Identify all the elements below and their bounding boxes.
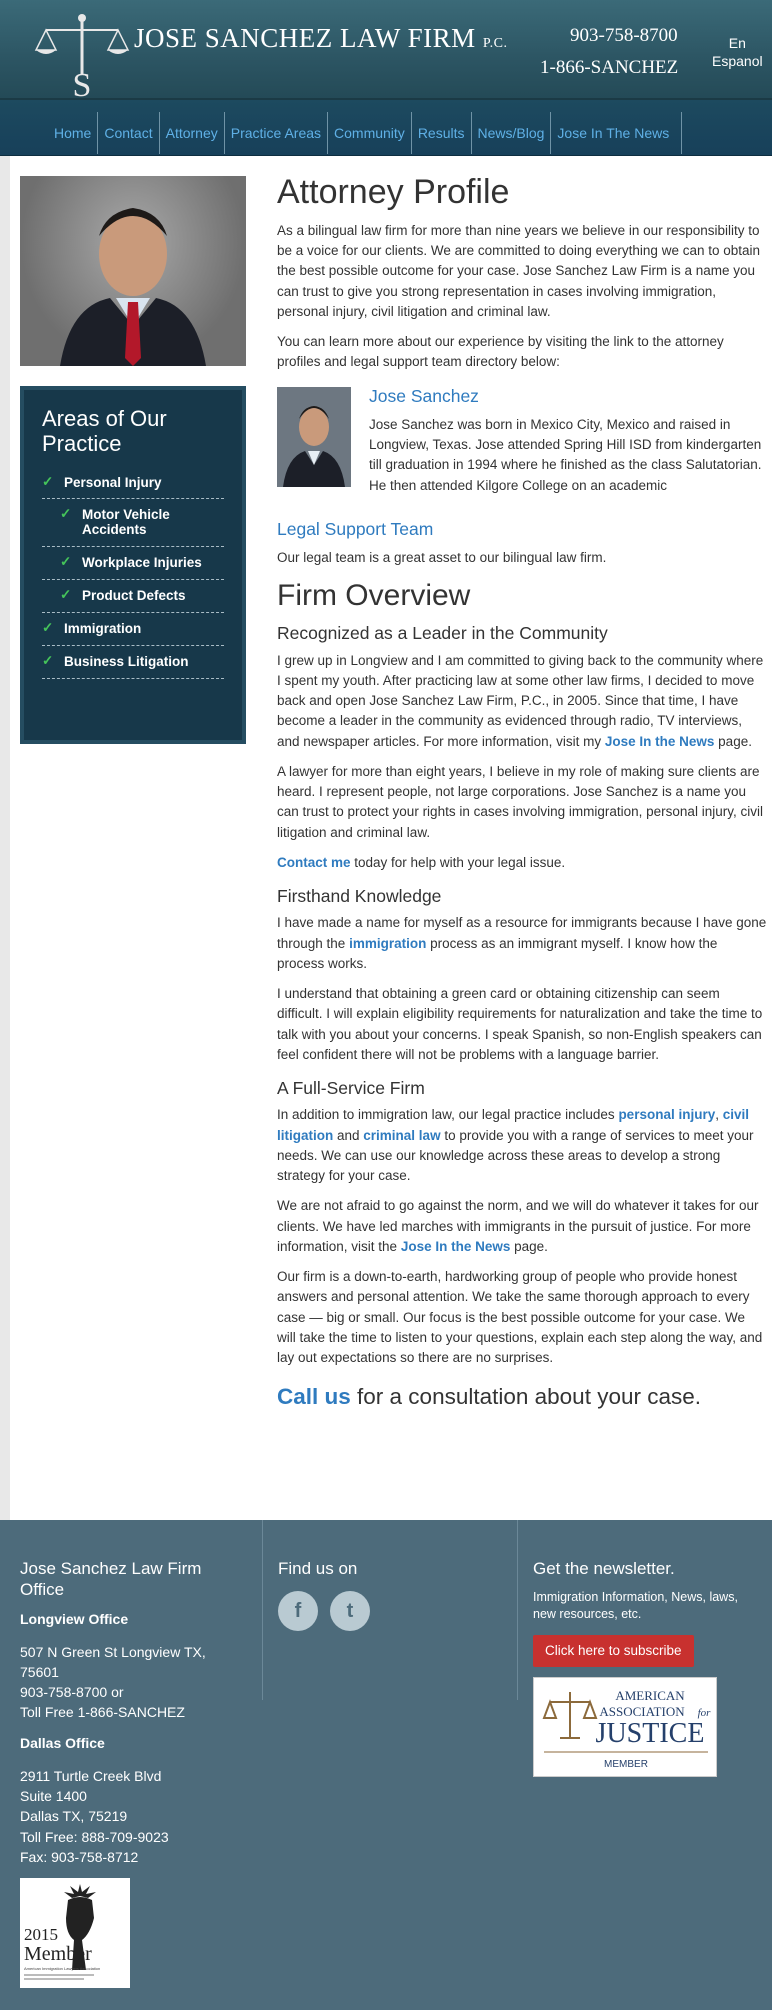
leader-paragraph-2: A lawyer for more than eight years, I be…: [277, 763, 763, 840]
main-content: Areas of Our Practice ✓ Personal Injury ✓…: [10, 156, 772, 1520]
attorney-card: Jose Sanchez Jose Sanchez was born in Me…: [277, 383, 767, 496]
attorney-portrait: [20, 176, 246, 366]
svg-text:American Immigration Lawyers A: American Immigration Lawyers Association: [24, 1966, 100, 1971]
find-us-title: Find us on: [278, 1559, 358, 1578]
office-column: Jose Sanchez Law Firm Office Longview Of…: [20, 1558, 250, 1865]
leader-paragraph: I grew up in Longview and I am committed…: [277, 652, 764, 749]
intro-paragraph: As a bilingual law firm for more than ni…: [277, 222, 761, 319]
dallas-office-label: Dallas Office: [20, 1734, 105, 1751]
footer-divider: [517, 1520, 518, 1700]
contact-paragraph: Contact me today for help with your lega…: [277, 854, 566, 870]
social-column: Find us on f t: [278, 1558, 508, 1738]
main-nav: Home Contact Attorney Practice Areas Com…: [0, 100, 772, 156]
practice-item-motor-vehicle[interactable]: ✓ Motor Vehicle Accidents: [42, 499, 224, 548]
page-title: Attorney Profile: [277, 173, 510, 211]
check-icon: ✓: [42, 619, 54, 635]
phone-number[interactable]: 903-758-8700: [570, 22, 678, 51]
svg-text:Member: Member: [24, 1943, 92, 1965]
check-icon: ✓: [60, 586, 72, 602]
immigration-link[interactable]: immigration: [349, 936, 426, 951]
aaj-member-logo[interactable]: AMERICAN ASSOCIATION for JUSTICE MEMBER: [533, 1677, 717, 1778]
nav-link[interactable]: Community: [334, 123, 405, 144]
attorney-thumbnail[interactable]: [277, 386, 351, 487]
nav-link[interactable]: Practice Areas: [231, 123, 321, 144]
nav-item-home[interactable]: Home: [48, 112, 99, 154]
practice-item-immigration[interactable]: ✓ Immigration: [42, 613, 224, 646]
nav-item-news-blog[interactable]: News/Blog: [472, 112, 552, 154]
leader-heading: Recognized as a Leader in the Community: [277, 623, 608, 644]
nav-item-results[interactable]: Results: [412, 112, 472, 154]
check-icon: ✓: [60, 554, 72, 570]
nav-item-contact[interactable]: Contact: [98, 112, 160, 154]
practice-item-personal-injury[interactable]: ✓ Personal Injury: [42, 467, 224, 500]
support-team-text: Our legal team is a great asset to our b…: [277, 550, 607, 566]
practice-areas-title: Areas of Our Practice: [42, 406, 167, 457]
firsthand-paragraph-2: I understand that obtaining a green card…: [277, 986, 763, 1062]
svg-text:MEMBER: MEMBER: [604, 1759, 648, 1770]
full-service-heading: A Full-Service Firm: [277, 1078, 425, 1099]
footer-divider: [262, 1520, 263, 1700]
svg-text:2015: 2015: [24, 1925, 58, 1944]
svg-text:S: S: [73, 67, 92, 98]
site-header: S JOSE SANCHEZ LAW FIRM P.C. 903-758-870…: [0, 0, 772, 100]
firm-overview-title: Firm Overview: [277, 579, 471, 613]
practice-item-business-litigation[interactable]: ✓ Business Litigation: [42, 646, 224, 679]
firsthand-paragraph: I have made a name for myself as a resou…: [277, 915, 767, 971]
in-the-news-link[interactable]: Jose In the News: [605, 734, 715, 749]
longview-office-label: Longview Office: [20, 1610, 129, 1627]
lang-english-link[interactable]: En: [712, 34, 763, 52]
newsletter-column: Get the newsletter. Immigration Informat…: [533, 1558, 753, 1778]
check-icon: ✓: [60, 506, 72, 522]
language-switcher: En Espanol: [712, 34, 763, 70]
check-icon: ✓: [42, 473, 54, 489]
brand-name[interactable]: JOSE SANCHEZ LAW FIRM P.C.: [134, 18, 507, 59]
criminal-law-link[interactable]: criminal law: [363, 1128, 440, 1143]
in-the-news-link-2[interactable]: Jose In the News: [401, 1239, 511, 1254]
nav-link[interactable]: Home: [54, 123, 91, 144]
support-team-link[interactable]: Legal Support Team: [277, 516, 767, 542]
site-footer: Jose Sanchez Law Firm Office Longview Of…: [0, 1520, 772, 2010]
nav-link[interactable]: Jose In The News: [557, 123, 669, 144]
nav-link[interactable]: Contact: [104, 123, 152, 144]
personal-injury-link[interactable]: personal injury: [618, 1107, 715, 1122]
firsthand-heading: Firsthand Knowledge: [277, 886, 442, 907]
scales-of-justice-logo[interactable]: S: [34, 12, 130, 98]
nav-item-in-the-news[interactable]: Jose In The News: [551, 112, 683, 154]
nav-link[interactable]: News/Blog: [478, 123, 545, 144]
call-us-link[interactable]: Call us: [277, 1384, 351, 1409]
newsletter-title: Get the newsletter.: [533, 1559, 675, 1578]
newsletter-text: Immigration Information, News, laws, new…: [533, 1590, 738, 1622]
nav-link[interactable]: Results: [418, 123, 465, 144]
twitter-icon[interactable]: t: [330, 1591, 370, 1632]
facebook-icon[interactable]: f: [278, 1591, 318, 1632]
longview-address: 507 N Green St Longview TX, 75601 903-75…: [20, 1643, 206, 1721]
dallas-address: 2911 Turtle Creek Blvd Suite 1400 Dallas…: [20, 1767, 169, 1865]
aila-member-badge[interactable]: 2015 Member American Immigration Lawyers…: [20, 1878, 130, 1988]
nav-link[interactable]: Attorney: [166, 123, 218, 144]
subscribe-button[interactable]: Click here to subscribe: [533, 1635, 694, 1668]
svg-text:AMERICAN: AMERICAN: [615, 1688, 685, 1703]
toll-free-number[interactable]: 1-866-SANCHEZ: [540, 54, 678, 83]
practice-areas-box: Areas of Our Practice ✓ Personal Injury ✓…: [20, 386, 246, 744]
intro-paragraph-2: You can learn more about our experience …: [277, 334, 724, 370]
practice-item-product-defects[interactable]: ✓ Product Defects: [42, 580, 224, 613]
full-service-paragraph-2: We are not afraid to go against the norm…: [277, 1198, 759, 1254]
check-icon: ✓: [42, 652, 54, 668]
practice-item-workplace[interactable]: ✓ Workplace Injuries: [42, 547, 224, 580]
svg-text:ASSOCIATION: ASSOCIATION: [599, 1704, 685, 1719]
lang-spanish-link[interactable]: Espanol: [712, 52, 763, 70]
contact-me-link[interactable]: Contact me: [277, 855, 351, 870]
nav-item-attorney[interactable]: Attorney: [160, 112, 225, 154]
full-service-paragraph: In addition to immigration law, our lega…: [277, 1107, 754, 1184]
nav-item-practice-areas[interactable]: Practice Areas: [225, 112, 329, 154]
svg-text:JUSTICE: JUSTICE: [596, 1718, 705, 1749]
nav-item-community[interactable]: Community: [328, 112, 412, 154]
office-title: Jose Sanchez Law Firm Office: [20, 1559, 202, 1600]
full-service-paragraph-3: Our firm is a down-to-earth, hardworking…: [277, 1269, 763, 1366]
article: Attorney Profile As a bilingual law firm…: [277, 172, 767, 1414]
call-to-action: Call us for a consultation about your ca…: [277, 1384, 701, 1410]
